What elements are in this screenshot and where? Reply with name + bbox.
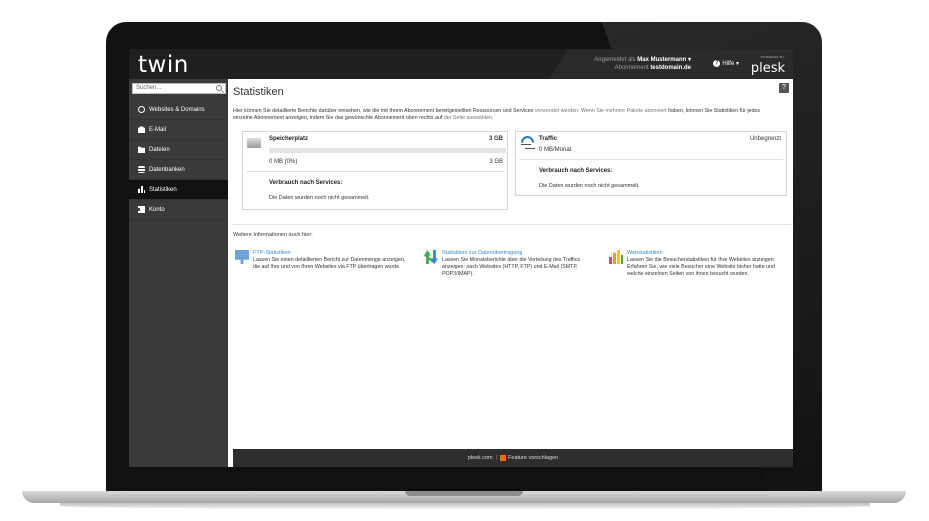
feature-suggest-icon — [500, 454, 507, 461]
disk-space-progress-bar — [269, 148, 506, 153]
intro-text-part1: Hier können Sie detaillierte Berichte da… — [233, 108, 534, 114]
feature-suggest-link[interactable]: Feature vorschlagen — [508, 455, 558, 461]
sidebar-item-label: Konto — [149, 206, 165, 213]
transfer-statistics-link[interactable]: Statistiken zur Datenübertragung — [442, 250, 522, 256]
sidebar: Suchen... Websites & Domains E-Mail Date… — [129, 79, 228, 467]
sidebar-item-account[interactable]: Konto — [129, 200, 228, 220]
logo[interactable]: twin — [138, 52, 189, 78]
intro-text: Hier können Sie detaillierte Berichte da… — [233, 108, 781, 122]
plesk-brand: plesk — [750, 61, 785, 76]
traffic-separator — [519, 159, 783, 160]
laptop-base-notch — [405, 491, 523, 496]
ftp-icon — [235, 250, 249, 264]
logged-in-label: Angemeldet als — [594, 57, 636, 63]
traffic-limit: Unbegrenzt — [749, 136, 781, 142]
disk-space-used: 0 MB (0%) — [269, 159, 298, 165]
main-content: Statistiken ? Hier können Sie detaillier… — [233, 79, 793, 449]
section-divider — [233, 224, 791, 225]
intro-text-part2: verwendet werden. Wenn Sie mehrere Paket… — [534, 108, 667, 114]
search-placeholder: Suchen... — [136, 85, 162, 91]
folder-icon — [138, 146, 145, 153]
sidebar-item-label: Statistiken — [149, 186, 177, 193]
traffic-icon — [520, 136, 532, 150]
stats-icon — [138, 186, 145, 193]
transfer-icon — [424, 250, 438, 264]
mail-icon — [138, 126, 145, 133]
more-info-title: Weitere Informationen auch hier: — [233, 232, 313, 238]
disk-space-limit: 3 GB — [488, 136, 503, 142]
disk-space-total: 3 GB — [489, 159, 503, 165]
traffic-card: Traffic Unbegrenzt 0 MB/Monat Verbrauch … — [515, 131, 787, 196]
powered-by-label: POWERED BY — [760, 55, 785, 59]
page-title: Statistiken — [233, 86, 284, 98]
traffic-title: Traffic — [539, 136, 558, 142]
disk-icon — [247, 138, 261, 148]
disk-services-text: Die Daten wurden noch nicht gesammelt. — [269, 195, 370, 201]
user-menu[interactable]: Max Mustermann ▾ — [637, 57, 691, 63]
intro-text-part4: der Seite auswählen. — [443, 115, 494, 121]
ftp-statistics-description: Lassen Sie einen detaillierten Bericht z… — [253, 257, 406, 270]
sidebar-item-files[interactable]: Dateien — [129, 140, 228, 160]
plesk-logo: POWERED BY plesk — [751, 55, 785, 77]
sidebar-item-email[interactable]: E-Mail — [129, 120, 228, 140]
traffic-services-text: Die Daten wurden noch nicht gesammelt. — [539, 183, 640, 189]
account-icon — [138, 206, 145, 213]
plesk-com-link[interactable]: plesk.com — [468, 455, 493, 461]
user-block: Angemeldet als Max Mustermann ▾ Abonneme… — [594, 56, 691, 72]
transfer-statistics-description: Lassen Sie Monatsberichte über die Verte… — [442, 257, 580, 277]
sidebar-item-databases[interactable]: Datenbanken — [129, 160, 228, 180]
disk-space-title: Speicherplatz — [269, 136, 309, 142]
globe-icon — [138, 106, 145, 113]
screen: twin Angemeldet als Max Mustermann ▾ Abo… — [129, 49, 793, 467]
help-label: Hilfe ▾ — [722, 61, 739, 68]
footer: plesk.com | Feature vorschlagen — [233, 449, 793, 467]
sidebar-item-statistics[interactable]: Statistiken — [129, 180, 228, 200]
traffic-services-title: Verbrauch nach Services: — [539, 168, 613, 174]
top-bar: twin Angemeldet als Max Mustermann ▾ Abo… — [129, 49, 793, 79]
webstats-description: Lassen Sie die Besucherstatistiken für I… — [627, 257, 776, 277]
sidebar-nav: Websites & Domains E-Mail Dateien Datenb… — [129, 100, 228, 220]
disk-space-separator — [246, 171, 504, 172]
disk-space-card: Speicherplatz 3 GB 0 MB (0%) 3 GB Verbra… — [242, 131, 508, 210]
sidebar-item-label: Datenbanken — [149, 166, 185, 173]
webstats-icon — [609, 250, 623, 264]
database-icon — [138, 166, 145, 173]
laptop-foot — [60, 503, 870, 509]
traffic-used: 0 MB/Monat — [539, 147, 572, 153]
help-menu[interactable]: ? Hilfe ▾ — [713, 60, 739, 67]
ftp-statistics-link[interactable]: FTP-Statistiken — [253, 250, 291, 256]
subscription-selector[interactable]: testdomain.de — [650, 65, 691, 71]
search-icon[interactable] — [216, 85, 222, 91]
sidebar-item-label: Websites & Domains — [149, 106, 205, 113]
footer-separator: | — [495, 455, 498, 461]
help-icon: ? — [713, 60, 721, 67]
disk-services-title: Verbrauch nach Services: — [269, 180, 343, 186]
sidebar-item-label: E-Mail — [149, 126, 167, 133]
search-input[interactable]: Suchen... — [132, 83, 226, 94]
webstats-link[interactable]: Webstatistiken — [627, 250, 663, 256]
subscription-label: Abonnement — [614, 65, 649, 71]
sidebar-item-websites-domains[interactable]: Websites & Domains — [129, 100, 228, 120]
sidebar-item-label: Dateien — [149, 146, 170, 153]
context-help-button[interactable]: ? — [779, 83, 789, 93]
